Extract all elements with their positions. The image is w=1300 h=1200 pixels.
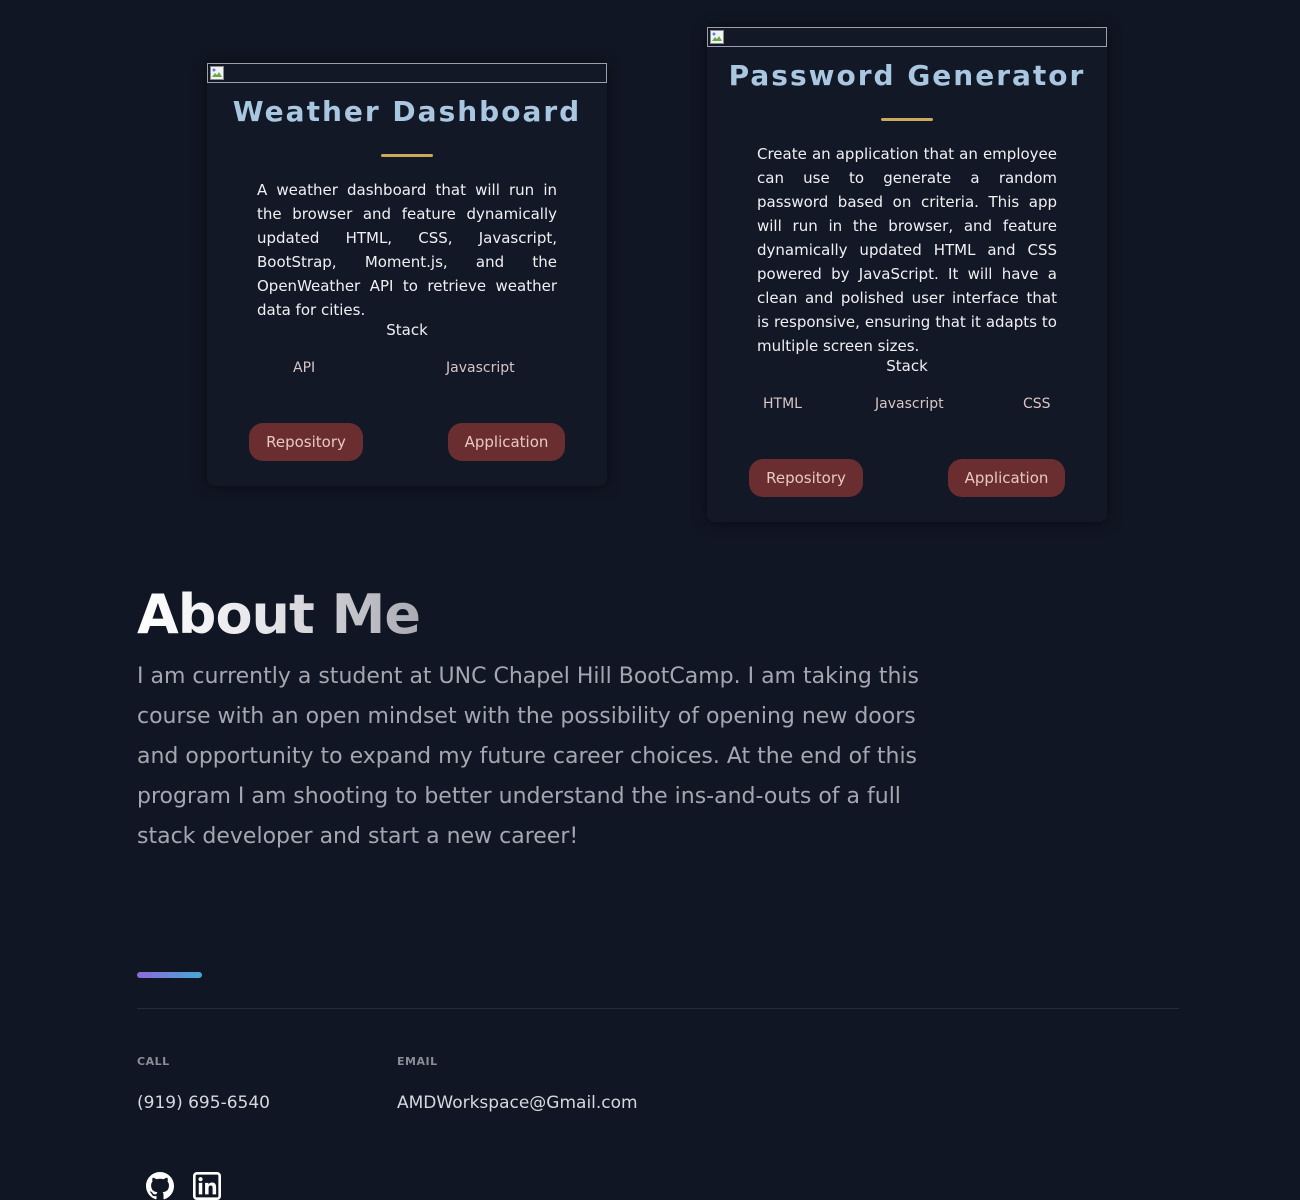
about-paragraph: I am currently a student at UNC Chapel H…	[137, 664, 919, 849]
application-button[interactable]: Application	[948, 459, 1065, 497]
email-address[interactable]: AMDWorkspace@Gmail.com	[397, 1093, 638, 1113]
stack-item-css: CSS	[1023, 396, 1051, 412]
broken-image-icon	[210, 66, 224, 80]
title-underline	[381, 154, 433, 157]
accent-bar	[137, 972, 202, 978]
phone-number[interactable]: (919) 695-6540	[137, 1093, 270, 1113]
broken-image-icon	[710, 30, 724, 44]
email-label: EMAIL	[397, 1055, 438, 1068]
stack-item-javascript: Javascript	[875, 396, 944, 412]
repository-button[interactable]: Repository	[249, 423, 363, 461]
project-card-weather-dashboard: Weather Dashboard A weather dashboard th…	[207, 63, 607, 486]
stack-item-html: HTML	[763, 396, 802, 412]
project-image	[707, 27, 1107, 47]
github-icon[interactable]	[146, 1172, 174, 1200]
stack-heading: Stack	[886, 357, 928, 375]
footer-divider	[137, 1008, 1179, 1009]
project-card-password-generator: Password Generator Create an application…	[707, 27, 1107, 522]
about-heading: About Me	[137, 583, 421, 646]
project-image	[207, 63, 607, 83]
project-description: A weather dashboard that will run in the…	[257, 181, 557, 319]
call-label: CALL	[137, 1055, 170, 1068]
linkedin-icon[interactable]	[193, 1172, 221, 1200]
repository-button[interactable]: Repository	[749, 459, 863, 497]
project-title: Weather Dashboard	[232, 95, 582, 128]
stack-item-javascript: Javascript	[446, 360, 515, 376]
stack-heading: Stack	[386, 321, 428, 339]
project-description: Create an application that an employee c…	[757, 145, 1057, 355]
stack-item-api: API	[293, 360, 316, 376]
application-button[interactable]: Application	[448, 423, 565, 461]
project-title: Password Generator	[728, 59, 1086, 92]
title-underline	[881, 118, 933, 121]
